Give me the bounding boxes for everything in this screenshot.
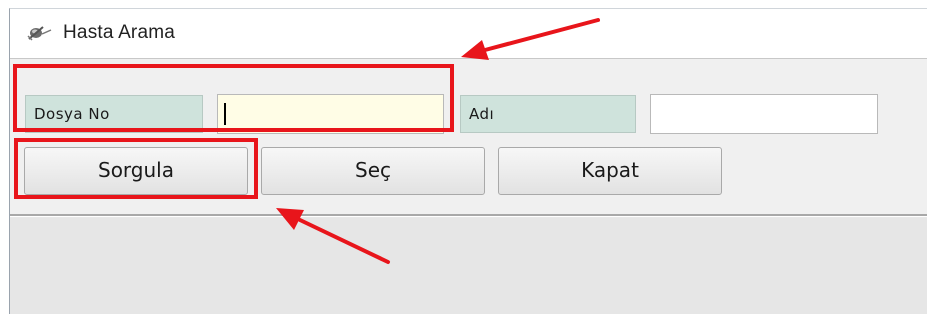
arrow-to-dosya-no bbox=[461, 18, 600, 60]
annotation-arrows bbox=[276, 18, 600, 264]
arrow-to-sorgula bbox=[276, 208, 390, 264]
